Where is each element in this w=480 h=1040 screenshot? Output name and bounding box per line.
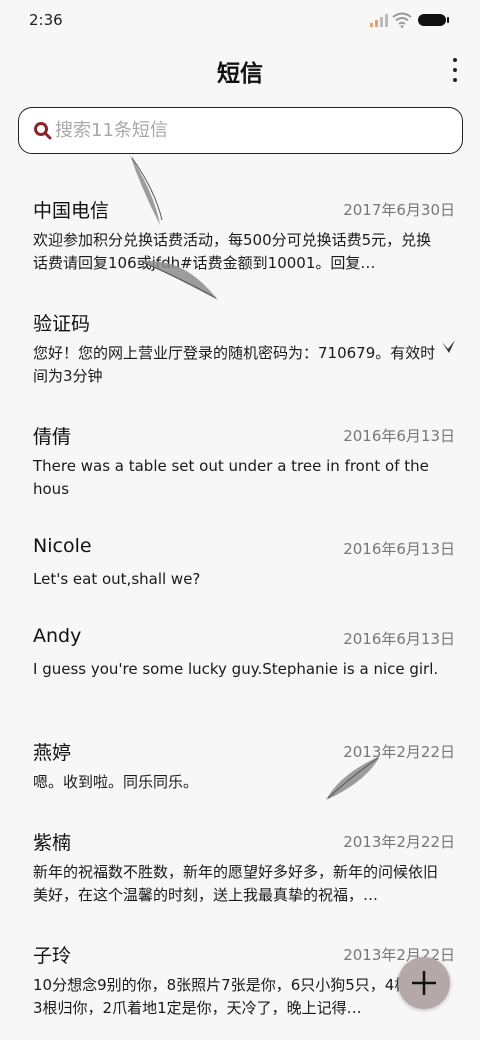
message-sender: 燕婷: [33, 742, 72, 764]
status-icons: [370, 12, 466, 30]
message-sender: 中国电信: [33, 200, 110, 222]
new-message-button[interactable]: [398, 957, 450, 1009]
wifi-icon: [392, 12, 412, 28]
battery-tip: [447, 17, 449, 23]
search-icon: [34, 122, 52, 140]
message-date: 2013年2月22日: [343, 833, 455, 851]
message-date: 2016年6月13日: [343, 427, 455, 445]
battery-icon: [418, 14, 446, 26]
message-date: 2013年2月22日: [343, 743, 455, 761]
message-preview: 您好！您的网上营业厅登录的随机密码为：710679。有效时间为3分钟: [33, 344, 436, 385]
message-sender: 子玲: [33, 945, 72, 967]
message-preview: I guess you're some lucky guy.Stephanie …: [33, 660, 439, 678]
message-sender: 验证码: [33, 313, 91, 335]
header: 短信: [0, 40, 480, 100]
signal-icon: [370, 14, 388, 27]
message-preview: 10分想念9别的你，8张照片7张是你，6只小狗5只，4根骨头3根归你，2爪着地1…: [33, 976, 440, 1017]
message-preview: Let's eat out,shall we?: [33, 570, 201, 588]
message-sender: 倩倩: [33, 426, 72, 448]
message-preview: There was a table set out under a tree i…: [33, 457, 429, 498]
message-preview: 欢迎参加积分兑换话费活动，每500分可兑换话费5元，兑换话费请回复106或jfd…: [33, 231, 432, 272]
message-preview: 新年的祝福数不胜数，新年的愿望好多好多，新年的问候依旧美好，在这个温馨的时刻，送…: [33, 863, 439, 904]
message-date: 2016年6月13日: [343, 540, 455, 558]
search-box[interactable]: [18, 107, 463, 154]
status-bar: 2:36: [0, 0, 480, 40]
message-date: 2016年6月13日: [343, 630, 455, 648]
plus-icon: [412, 971, 436, 995]
message-preview: 嗯。收到啦。同乐同乐。: [33, 773, 199, 791]
message-sender: Andy: [33, 625, 82, 647]
status-time: 2:36: [29, 11, 63, 29]
message-sender: Nicole: [33, 535, 92, 557]
message-date: 2017年6月30日: [343, 201, 455, 219]
page-title: 短信: [217, 61, 263, 87]
message-sender: 紫楠: [33, 832, 72, 854]
search-input[interactable]: [55, 108, 445, 152]
more-options-icon[interactable]: [448, 56, 462, 84]
